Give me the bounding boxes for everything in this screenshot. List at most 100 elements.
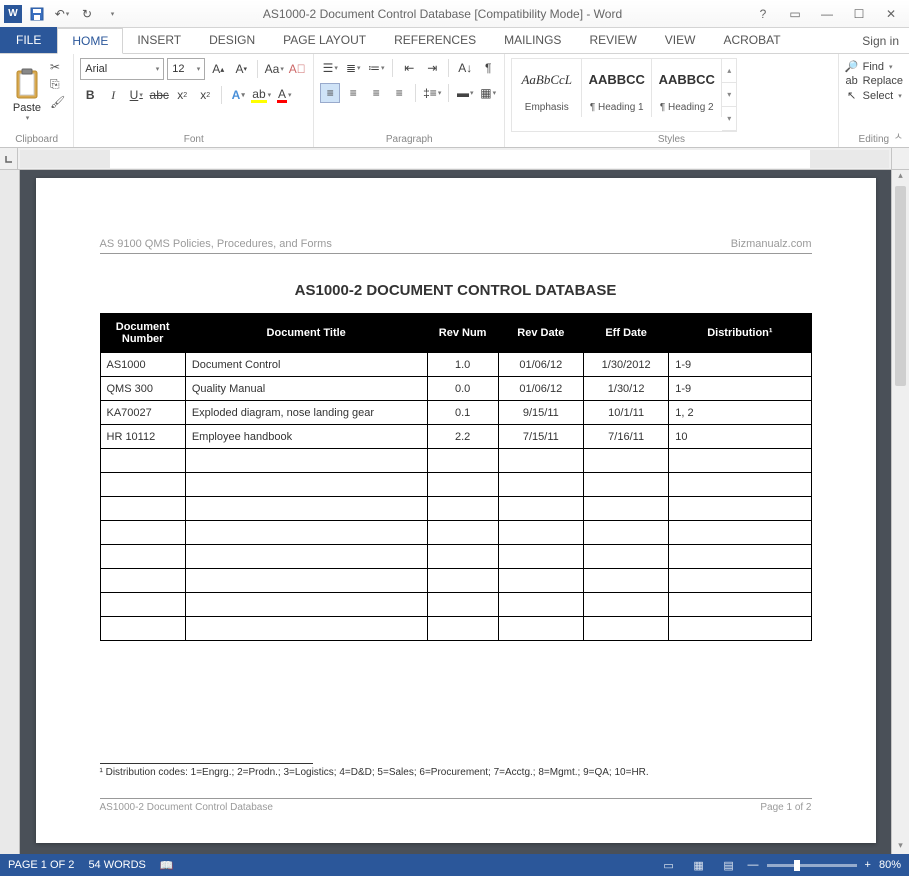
bold-button[interactable]: B [80,85,100,105]
col-rev-date: Rev Date [498,314,583,353]
document-scroll[interactable]: AS 9100 QMS Policies, Procedures, and Fo… [20,170,891,854]
page-footer: AS1000-2 Document Control Database Page … [100,798,812,813]
horizontal-ruler[interactable] [20,150,889,168]
strikethrough-button[interactable]: abc [149,85,169,105]
styles-down-icon[interactable]: ▾ [722,83,736,107]
style-heading1[interactable]: AABBCC ¶ Heading 1 [582,59,652,117]
style-heading2[interactable]: AABBCC ¶ Heading 2 [652,59,722,117]
status-proofing-icon[interactable]: 📖 [160,859,174,872]
tab-mailings[interactable]: MAILINGS [490,27,575,53]
word-icon: W [4,5,22,23]
scroll-down-icon[interactable]: ▾ [892,840,909,854]
line-spacing-icon[interactable]: ‡≡▾ [422,83,442,103]
minimize-icon[interactable]: — [817,7,837,21]
borders-icon[interactable]: ▦▾ [478,83,498,103]
decrease-indent-icon[interactable]: ⇤ [399,58,419,78]
text-effects-icon[interactable]: A▾ [228,85,248,105]
table-row [100,545,811,569]
align-center-icon[interactable]: ≡ [343,83,363,103]
tab-page-layout[interactable]: PAGE LAYOUT [269,27,380,53]
replace-button[interactable]: abReplace [845,75,903,87]
shrink-font-icon[interactable]: A▾ [231,59,251,79]
underline-button[interactable]: U▾ [126,85,146,105]
multilevel-list-icon[interactable]: ≔▾ [366,58,386,78]
status-page[interactable]: PAGE 1 OF 2 [8,859,74,872]
change-case-icon[interactable]: Aa▾ [264,59,284,79]
font-name-select[interactable]: Arial▾ [80,58,164,80]
cut-icon[interactable]: ✂ [50,60,65,74]
align-left-icon[interactable]: ≡ [320,83,340,103]
zoom-slider[interactable] [767,864,857,867]
close-icon[interactable]: ✕ [881,7,901,21]
view-web-icon[interactable]: ▤ [718,857,740,873]
sign-in-link[interactable]: Sign in [852,29,909,53]
style-emphasis[interactable]: AaBbCcL Emphasis [512,59,582,117]
numbering-icon[interactable]: ≣▾ [343,58,363,78]
sort-icon[interactable]: A↓ [455,58,475,78]
subscript-button[interactable]: x2 [172,85,192,105]
format-painter-icon[interactable]: 🖌 [50,95,65,109]
table-row [100,497,811,521]
tab-selector-icon[interactable] [0,148,18,169]
header-left: AS 9100 QMS Policies, Procedures, and Fo… [100,238,332,250]
styles-gallery[interactable]: AaBbCcL Emphasis AABBCC ¶ Heading 1 AABB… [511,58,737,132]
zoom-level[interactable]: 80% [879,859,901,871]
table-row: HR 10112Employee handbook2.27/15/117/16/… [100,425,811,449]
help-icon[interactable]: ? [753,7,773,21]
tab-references[interactable]: REFERENCES [380,27,490,53]
tab-acrobat[interactable]: ACROBAT [709,27,794,53]
vertical-scrollbar[interactable]: ▴ ▾ [891,170,909,854]
scroll-up-icon[interactable]: ▴ [892,170,909,184]
styles-group-label: Styles [511,132,831,145]
col-rev-num: Rev Num [427,314,498,353]
justify-icon[interactable]: ≡ [389,83,409,103]
tab-insert[interactable]: INSERT [123,27,195,53]
select-button[interactable]: ↖Select▾ [845,89,903,102]
table-row [100,449,811,473]
tab-file[interactable]: FILE [0,27,57,53]
window-controls: ? ▭ — ☐ ✕ [753,7,905,21]
title-bar: W ↶▾ ↻ ▾ AS1000-2 Document Control Datab… [0,0,909,28]
page[interactable]: AS 9100 QMS Policies, Procedures, and Fo… [36,178,876,843]
italic-button[interactable]: I [103,85,123,105]
font-size-select[interactable]: 12▾ [167,58,205,80]
shading-icon[interactable]: ▬▾ [455,83,475,103]
scroll-thumb[interactable] [895,186,906,386]
customize-qat-icon[interactable]: ▾ [102,4,122,24]
clear-formatting-icon[interactable]: A⃠ [287,59,307,79]
styles-scroll[interactable]: ▴ ▾ ▾ [722,59,736,131]
show-hide-icon[interactable]: ¶ [478,58,498,78]
superscript-button[interactable]: x2 [195,85,215,105]
tab-review[interactable]: REVIEW [575,27,650,53]
collapse-ribbon-icon[interactable]: ㅅ [894,128,903,143]
tab-view[interactable]: VIEW [651,27,710,53]
footer-left: AS1000-2 Document Control Database [100,802,273,813]
styles-more-icon[interactable]: ▾ [722,107,736,131]
increase-indent-icon[interactable]: ⇥ [422,58,442,78]
save-icon[interactable] [27,4,47,24]
window-title: AS1000-2 Document Control Database [Comp… [132,7,753,21]
paste-button[interactable]: Paste ▾ [6,58,48,132]
tab-design[interactable]: DESIGN [195,27,269,53]
tab-home[interactable]: HOME [57,28,123,54]
status-words[interactable]: 54 WORDS [88,859,145,872]
copy-icon[interactable]: ⎘ [50,77,65,92]
view-read-icon[interactable]: ▭ [658,857,680,873]
highlight-icon[interactable]: ab▾ [251,85,271,105]
zoom-in-icon[interactable]: + [865,859,871,871]
align-right-icon[interactable]: ≡ [366,83,386,103]
font-color-icon[interactable]: A▾ [274,85,294,105]
maximize-icon[interactable]: ☐ [849,7,869,21]
grow-font-icon[interactable]: A▴ [208,59,228,79]
ribbon-display-icon[interactable]: ▭ [785,7,805,21]
ribbon-tabs: FILE HOME INSERT DESIGN PAGE LAYOUT REFE… [0,28,909,54]
zoom-out-icon[interactable]: — [748,859,759,871]
styles-up-icon[interactable]: ▴ [722,59,736,83]
undo-icon[interactable]: ↶▾ [52,4,72,24]
view-print-icon[interactable]: ▦ [688,857,710,873]
find-button[interactable]: 🔎Find▾ [845,60,903,73]
vertical-ruler[interactable] [0,170,20,854]
bullets-icon[interactable]: ☰▾ [320,58,340,78]
redo-icon[interactable]: ↻ [77,4,97,24]
page-title: AS1000-2 DOCUMENT CONTROL DATABASE [100,282,812,299]
